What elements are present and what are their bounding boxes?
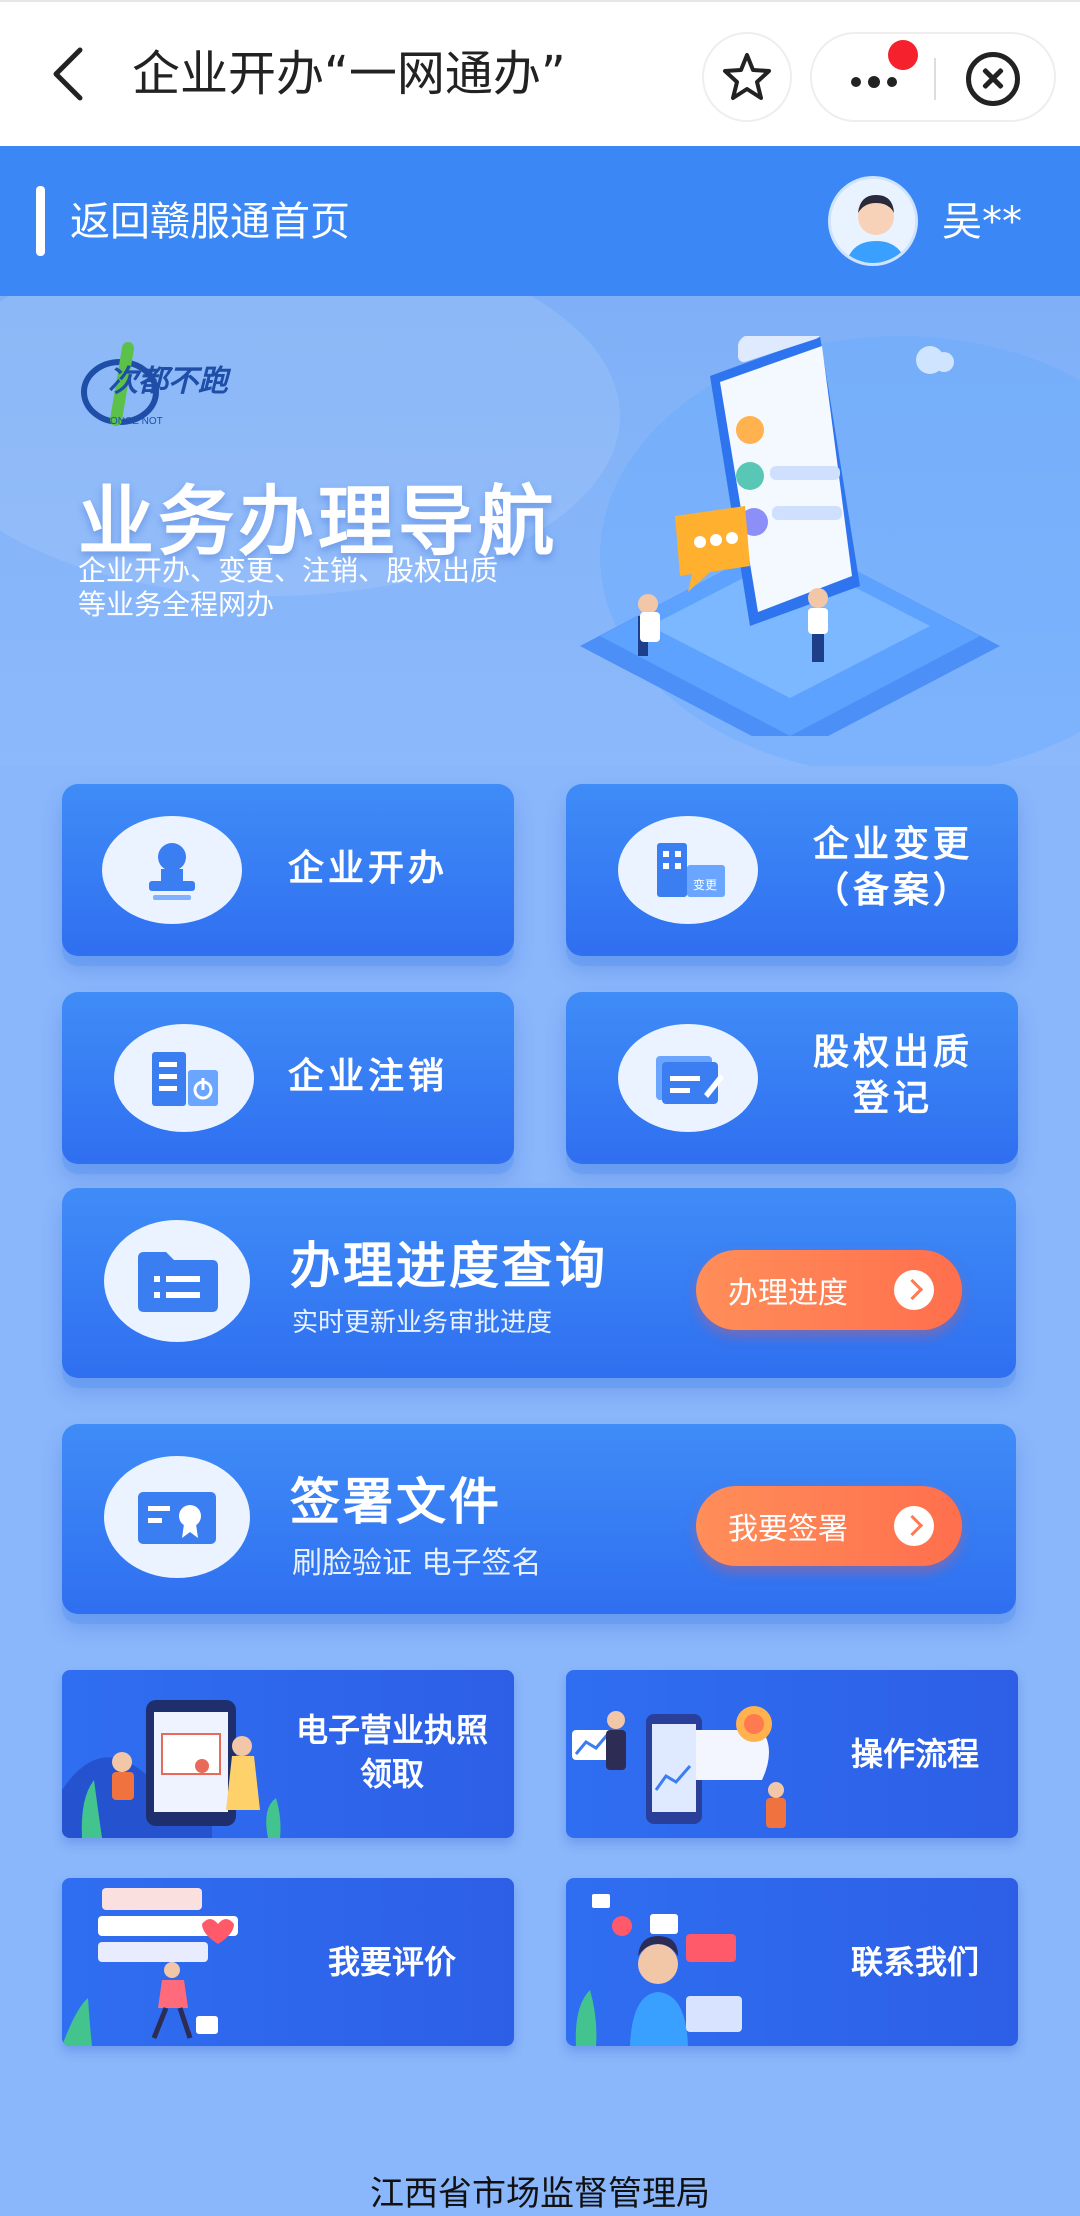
- notification-dot: [888, 40, 918, 70]
- accent-bar: [36, 186, 45, 256]
- service-card-label: 企业注销: [288, 1056, 449, 1097]
- logo-text: 次都不跑: [108, 364, 228, 399]
- progress-subtitle: 实时更新业务审批进度: [292, 1308, 553, 1338]
- arrow-right-icon: [894, 1506, 934, 1546]
- service-card-label: 股权出质 登记: [788, 1030, 998, 1122]
- banner-evaluation[interactable]: 我要评价: [62, 1878, 514, 2046]
- progress-query-card[interactable]: 办理进度查询 实时更新业务审批进度 办理进度: [62, 1188, 1016, 1378]
- service-card-label-line: 企业变更: [812, 824, 973, 865]
- capsule-divider: [934, 58, 936, 100]
- hero-subtitle: 企业开办、变更、注销、股权出质: [78, 554, 499, 587]
- user-header: 返回赣服通首页 吴**: [0, 146, 1080, 296]
- banner-label: 我要评价: [327, 1943, 456, 1981]
- sign-button-label: 我要签署: [728, 1512, 848, 1547]
- building-change-icon: 变更: [618, 816, 758, 924]
- service-card-label-line: （备案）: [812, 870, 973, 911]
- progress-button[interactable]: 办理进度: [696, 1250, 962, 1330]
- sign-title: 签署文件: [290, 1473, 502, 1531]
- banner-contact-us[interactable]: 联系我们: [566, 1878, 1018, 2046]
- progress-button-label: 办理进度: [728, 1276, 848, 1311]
- stamp-icon: [102, 816, 242, 924]
- sign-subtitle: 刷脸验证 电子签名: [292, 1546, 542, 1581]
- certificate-pen-icon: [618, 1024, 758, 1132]
- arrow-right-icon: [894, 1270, 934, 1310]
- office-isometric-illustration: [580, 336, 1000, 736]
- service-card-label-line: 股权出质: [812, 1032, 973, 1073]
- sign-button[interactable]: 我要签署: [696, 1486, 962, 1566]
- banner-label: 电子营业执照 领取: [282, 1708, 502, 1796]
- banner-label-line: 领取: [359, 1755, 424, 1793]
- service-card-equity-pledge[interactable]: 股权出质 登记: [566, 992, 1018, 1164]
- star-icon: [723, 53, 771, 100]
- service-card-label: 企业开办: [288, 848, 449, 889]
- close-circle-icon[interactable]: [966, 52, 1020, 106]
- service-card-label-line: 登记: [852, 1078, 933, 1119]
- hero-banner: ONCE NOT 次都不跑 业务办理导航 企业开办、变更、注销、股权出质 等业务…: [0, 296, 1080, 766]
- chevron-left-icon[interactable]: [44, 44, 94, 104]
- sign-documents-card[interactable]: 签署文件 刷脸验证 电子签名 我要签署: [62, 1424, 1016, 1614]
- progress-title: 办理进度查询: [290, 1237, 608, 1295]
- page-title: 企业开办“一网通办”: [132, 46, 566, 102]
- banner-label: 联系我们: [850, 1943, 979, 1981]
- hero-subtitle: 等业务全程网办: [78, 588, 275, 621]
- svg-text:ONCE NOT: ONCE NOT: [110, 416, 163, 427]
- miniapp-capsule: [810, 32, 1056, 122]
- banner-e-license[interactable]: 电子营业执照 领取: [62, 1670, 514, 1838]
- top-navigation-bar: 企业开办“一网通办”: [0, 0, 1080, 146]
- user-avatar-icon: [831, 179, 915, 263]
- service-card-label: 企业变更 （备案）: [788, 822, 998, 914]
- banner-label: 操作流程: [850, 1735, 979, 1773]
- folder-list-icon: [104, 1220, 250, 1342]
- building-power-icon: [114, 1024, 254, 1132]
- banner-operation-flow[interactable]: 操作流程: [566, 1670, 1018, 1838]
- avatar[interactable]: [828, 176, 918, 266]
- back-to-home-link[interactable]: 返回赣服通首页: [70, 196, 350, 248]
- service-card-company-setup[interactable]: 企业开办: [62, 784, 514, 956]
- certificate-seal-icon: [104, 1456, 250, 1578]
- service-card-company-change[interactable]: 变更 企业变更 （备案）: [566, 784, 1018, 956]
- footer-organization: 江西省市场监督管理局: [370, 2174, 710, 2214]
- username: 吴**: [942, 199, 1022, 245]
- banner-label-line: 电子营业执照: [295, 1711, 488, 1749]
- favorite-button[interactable]: [702, 32, 792, 122]
- service-card-company-deregistration[interactable]: 企业注销: [62, 992, 514, 1164]
- change-badge: 变更: [693, 877, 717, 892]
